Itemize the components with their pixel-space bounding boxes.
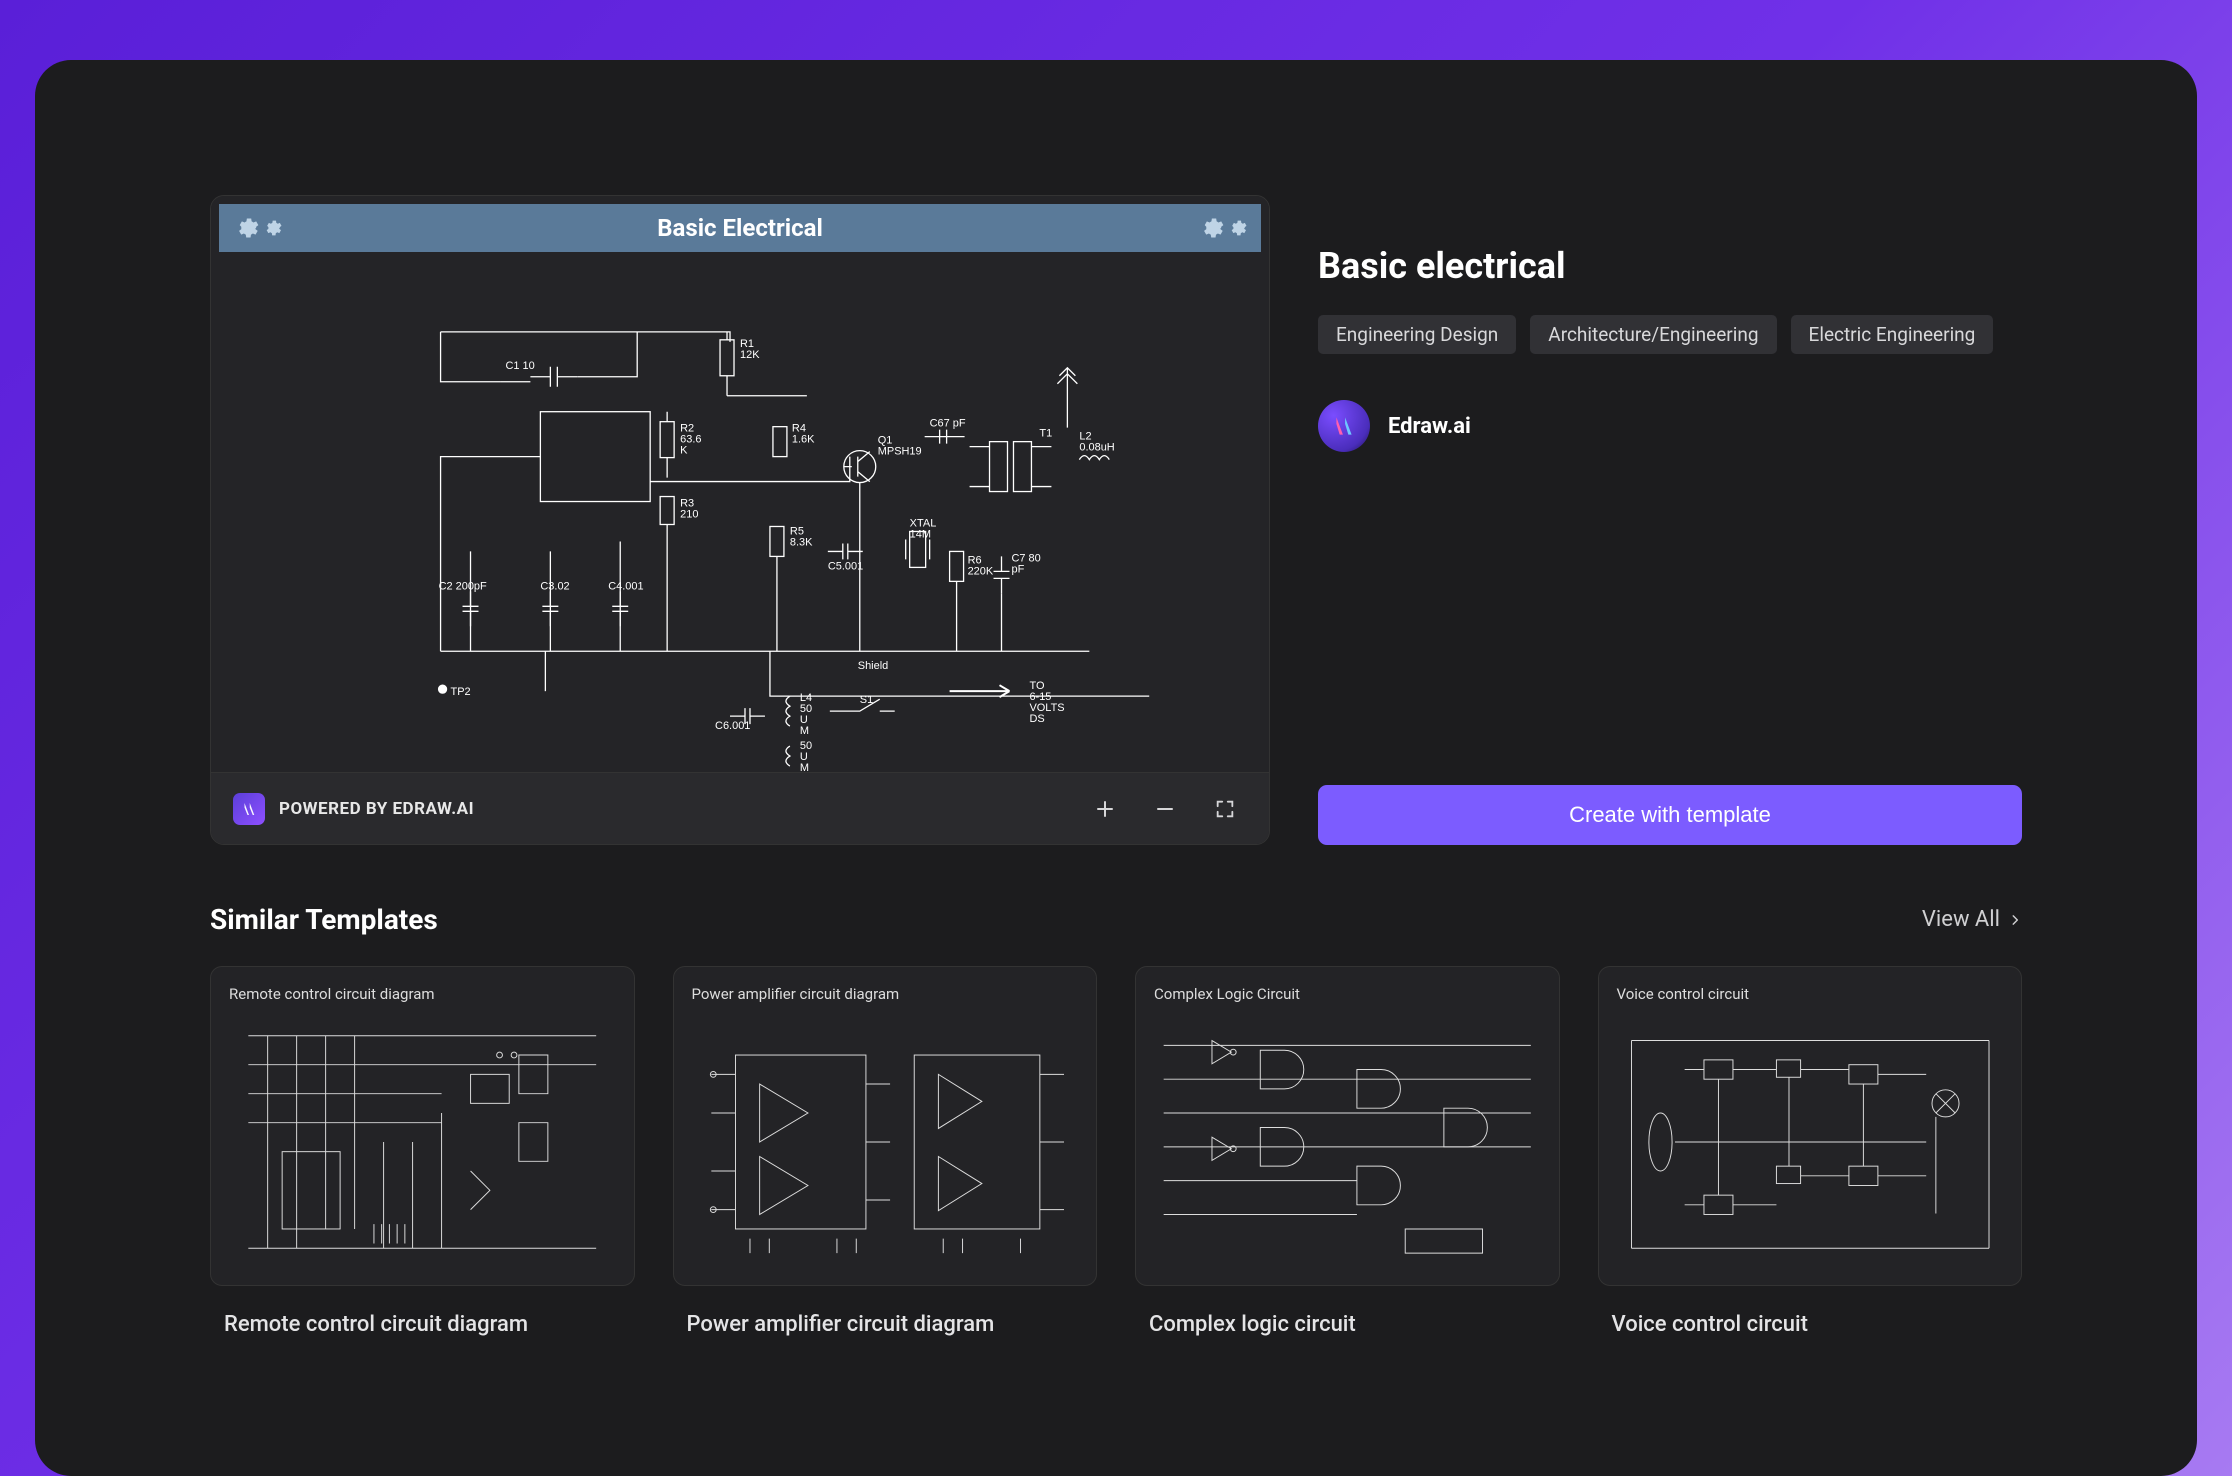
- tag-architecture-engineering[interactable]: Architecture/Engineering: [1530, 315, 1776, 354]
- svg-text:R263.6K: R263.6K: [680, 423, 701, 457]
- canvas-toolbar: POWERED BY EDRAW.AI: [211, 772, 1269, 844]
- schematic-diagram: C1 10 R112K R263.6K R3210 R41.6K Q1MPSH1…: [211, 252, 1269, 771]
- template-label: Complex logic circuit: [1135, 1312, 1560, 1337]
- template-card-voice-control[interactable]: Voice control circuit: [1598, 966, 2023, 1337]
- diagram-title: Basic Electrical: [282, 214, 1198, 242]
- plus-icon: [1093, 797, 1117, 821]
- template-thumb: Power amplifier circuit diagram: [673, 966, 1098, 1286]
- svg-text:L450UM: L450UM: [800, 692, 812, 737]
- thumb-title: Remote control circuit diagram: [229, 985, 616, 1003]
- svg-text:C7 80pF: C7 80pF: [1011, 552, 1040, 575]
- zoom-out-button[interactable]: [1143, 787, 1187, 831]
- info-panel: Basic electrical Engineering Design Arch…: [1318, 195, 2022, 845]
- svg-text:S1: S1: [860, 694, 873, 706]
- svg-text:C5.001: C5.001: [828, 560, 863, 572]
- info-spacer: [1318, 452, 2022, 785]
- svg-text:50UM: 50UM: [800, 740, 812, 771]
- main-row: Basic Electrical: [210, 195, 2022, 845]
- expand-icon: [1214, 798, 1236, 820]
- thumb-title: Complex Logic Circuit: [1154, 985, 1541, 1003]
- svg-text:C1 10: C1 10: [505, 360, 534, 372]
- svg-text:R6220K: R6220K: [968, 554, 994, 577]
- thumb-schematic-icon: [229, 1009, 616, 1275]
- tag-electric-engineering[interactable]: Electric Engineering: [1791, 315, 1994, 354]
- thumb-schematic-icon: [1617, 1009, 2004, 1275]
- author-name: Edraw.ai: [1388, 414, 1471, 439]
- template-card-remote-control[interactable]: Remote control circuit diagram: [210, 966, 635, 1337]
- view-all-link[interactable]: View All: [1922, 907, 2022, 932]
- minus-icon: [1153, 797, 1177, 821]
- svg-text:L20.08uH: L20.08uH: [1079, 431, 1114, 454]
- svg-text:TP2: TP2: [451, 686, 471, 698]
- thumb-schematic-icon: [692, 1009, 1079, 1275]
- svg-text:R112K: R112K: [740, 338, 760, 361]
- tag-engineering-design[interactable]: Engineering Design: [1318, 315, 1516, 354]
- svg-text:R3210: R3210: [680, 498, 698, 521]
- gears-right-icon: [1198, 215, 1247, 241]
- svg-text:T1: T1: [1039, 428, 1052, 440]
- author-avatar-icon: [1318, 400, 1370, 452]
- template-label: Voice control circuit: [1598, 1312, 2023, 1337]
- diagram-header: Basic Electrical: [219, 204, 1261, 252]
- svg-text:R58.3K: R58.3K: [790, 525, 813, 548]
- thumb-title: Power amplifier circuit diagram: [692, 985, 1079, 1003]
- gears-left-icon: [233, 215, 282, 241]
- chevron-right-icon: [2008, 913, 2022, 927]
- template-thumb: Complex Logic Circuit: [1135, 966, 1560, 1286]
- canvas-area[interactable]: Basic Electrical: [211, 196, 1269, 772]
- preview-panel: Basic Electrical: [210, 195, 1270, 845]
- zoom-in-button[interactable]: [1083, 787, 1127, 831]
- similar-section: Similar Templates View All Remote contro…: [210, 903, 2022, 1337]
- template-thumb: Remote control circuit diagram: [210, 966, 635, 1286]
- similar-header: Similar Templates View All: [210, 903, 2022, 936]
- fullscreen-button[interactable]: [1203, 787, 1247, 831]
- svg-text:C67 pF: C67 pF: [930, 418, 966, 430]
- svg-text:R41.6K: R41.6K: [792, 423, 815, 446]
- svg-text:XTAL14M: XTAL14M: [910, 517, 937, 540]
- svg-text:TO6-15VOLTSDS: TO6-15VOLTSDS: [1029, 680, 1064, 725]
- thumb-title: Voice control circuit: [1617, 985, 2004, 1003]
- thumb-schematic-icon: [1154, 1009, 1541, 1275]
- svg-text:C6.001: C6.001: [715, 720, 750, 732]
- template-label: Remote control circuit diagram: [210, 1312, 635, 1337]
- template-card-power-amplifier[interactable]: Power amplifier circuit diagram: [673, 966, 1098, 1337]
- app-window: Basic Electrical: [35, 60, 2197, 1476]
- template-label: Power amplifier circuit diagram: [673, 1312, 1098, 1337]
- similar-title: Similar Templates: [210, 903, 438, 936]
- svg-text:C3.02: C3.02: [540, 580, 569, 592]
- svg-text:Shield: Shield: [858, 660, 889, 672]
- svg-text:Q1MPSH19: Q1MPSH19: [878, 435, 922, 458]
- template-grid: Remote control circuit diagram: [210, 966, 2022, 1337]
- author-row[interactable]: Edraw.ai: [1318, 400, 2022, 452]
- template-card-complex-logic[interactable]: Complex Logic Circuit: [1135, 966, 1560, 1337]
- tag-row: Engineering Design Architecture/Engineer…: [1318, 315, 2022, 354]
- create-with-template-button[interactable]: Create with template: [1318, 785, 2022, 845]
- svg-text:C4.001: C4.001: [608, 580, 643, 592]
- svg-text:C2 200pF: C2 200pF: [439, 580, 487, 592]
- template-thumb: Voice control circuit: [1598, 966, 2023, 1286]
- powered-by-label: POWERED BY EDRAW.AI: [279, 799, 474, 819]
- edraw-logo-icon: [233, 793, 265, 825]
- template-title: Basic electrical: [1318, 245, 2022, 287]
- view-all-label: View All: [1922, 907, 2000, 932]
